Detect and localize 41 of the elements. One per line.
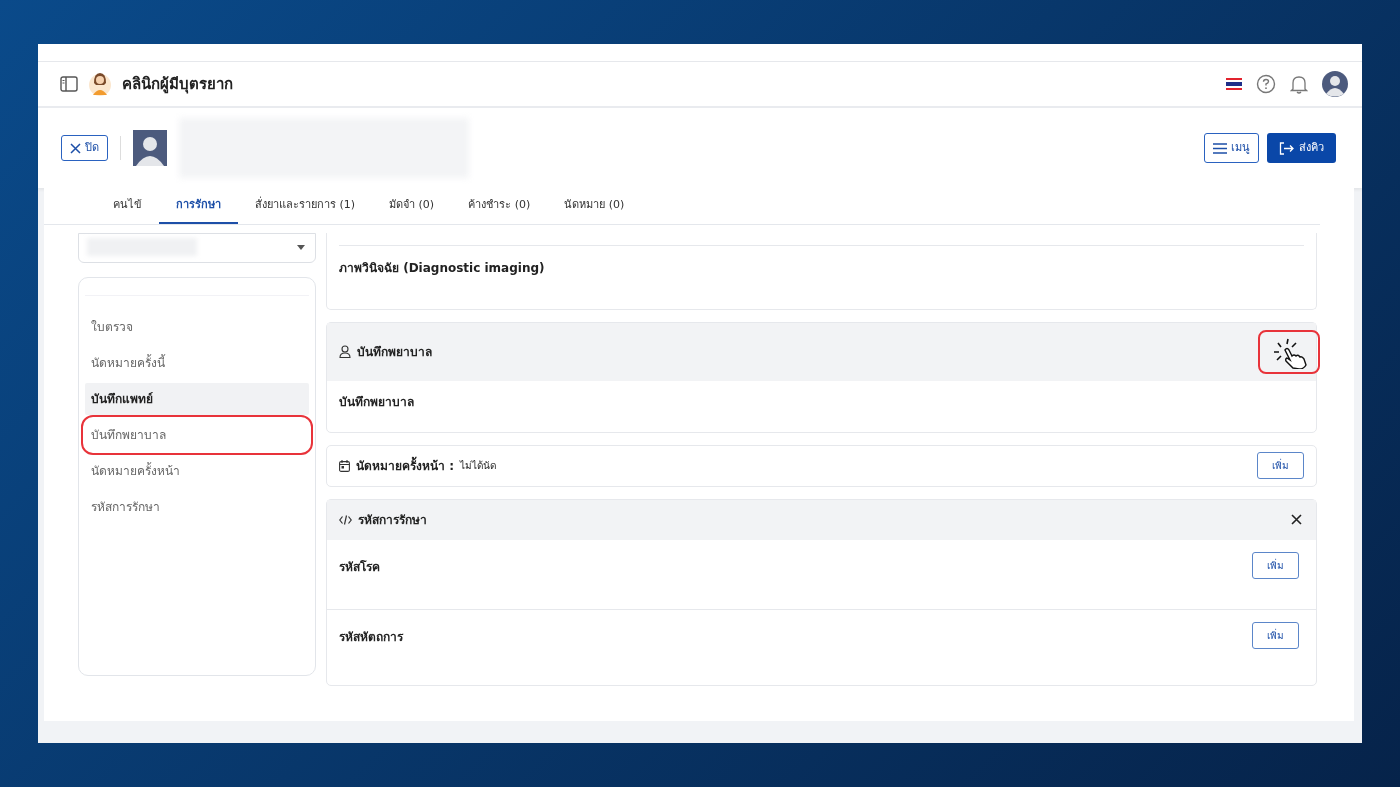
sidebar-toggle-icon[interactable] — [60, 76, 78, 92]
sidebar-item[interactable]: นัดหมายครั้งหน้า — [85, 454, 309, 487]
caret-icon — [297, 245, 305, 250]
logo-icon — [88, 71, 112, 97]
section-header: บันทึกพยาบาล — [357, 343, 432, 361]
nurse-icon — [339, 345, 351, 358]
code-label: รหัสหัตถการ — [339, 628, 403, 646]
thai-flag-icon[interactable] — [1226, 78, 1242, 90]
notification-bell-icon[interactable] — [1290, 74, 1308, 94]
tab[interactable]: การรักษา — [159, 188, 238, 224]
close-button[interactable]: ปิด — [61, 134, 108, 162]
note-text: บันทึกพยาบาล — [338, 393, 415, 411]
close-icon — [70, 142, 81, 154]
logout-arrow-icon — [1279, 141, 1294, 155]
tab[interactable]: สั่งยาและรายการ (1) — [238, 188, 373, 224]
sidebar-item[interactable]: รหัสการรักษา — [85, 490, 309, 523]
help-icon[interactable] — [1256, 74, 1276, 94]
code-label: รหัสโรค — [339, 558, 380, 576]
menu-button[interactable]: เมนู — [1204, 132, 1259, 164]
appointment-label: นัดหมายครั้งหน้า : — [356, 456, 454, 475]
send-queue-button[interactable]: ส่งคิว — [1267, 132, 1336, 164]
menu-icon — [1213, 142, 1227, 154]
section-title: ภาพวินิจฉัย (Diagnostic imaging) — [339, 259, 546, 277]
tab[interactable]: ค้างชำระ (0) — [451, 188, 548, 224]
sidebar-item[interactable]: ใบตรวจ — [85, 310, 309, 343]
tab[interactable]: นัดหมาย (0) — [547, 188, 642, 224]
appointment-value: ไม่ได้นัด — [460, 459, 496, 473]
tab[interactable]: มัดจำ (0) — [372, 188, 452, 224]
section-header: รหัสการรักษา — [358, 511, 427, 529]
sidebar-item[interactable]: บันทึกแพทย์ — [85, 382, 309, 415]
user-avatar-icon[interactable] — [1322, 71, 1348, 97]
sidebar-item[interactable]: นัดหมายครั้งนี้ — [85, 346, 309, 379]
code-icon — [339, 514, 352, 525]
add-button[interactable]: เพิ่ม — [1252, 551, 1299, 579]
app-title: คลินิกผู้มีบุตรยาก — [122, 73, 233, 96]
patient-photo-placeholder — [133, 130, 167, 166]
calendar-icon — [339, 459, 350, 472]
close-button[interactable] — [1291, 514, 1302, 525]
tab[interactable]: คนไข้ — [96, 188, 159, 224]
add-button[interactable]: เพิ่ม — [1252, 621, 1299, 649]
add-button[interactable]: เพิ่ม — [1257, 452, 1304, 479]
